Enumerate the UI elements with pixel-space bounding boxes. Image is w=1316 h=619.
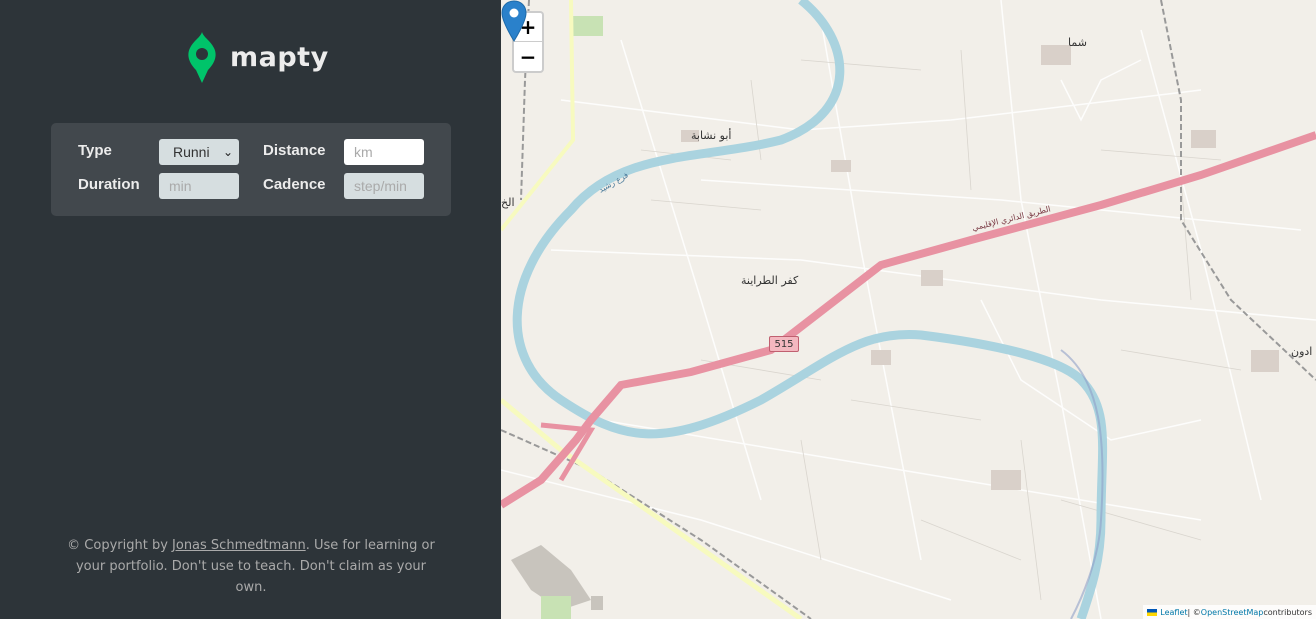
ukraine-flag-icon xyxy=(1147,608,1158,616)
sidebar: mapty Type Runni ⌄ Distance km Duration … xyxy=(0,0,501,619)
map-tiles xyxy=(501,0,1316,619)
distance-label: Distance xyxy=(263,142,326,159)
cadence-label: Cadence xyxy=(263,176,326,193)
map-pin-icon xyxy=(188,32,216,83)
attribution-contributors: contributors xyxy=(1263,607,1312,617)
type-label: Type xyxy=(78,142,112,159)
map-marker-icon[interactable] xyxy=(501,0,527,42)
chevron-down-icon: ⌄ xyxy=(222,145,233,159)
brand-name: mapty xyxy=(230,41,329,73)
duration-label: Duration xyxy=(78,176,140,193)
distance-input[interactable]: km xyxy=(344,139,424,165)
copyright-prefix: © Copyright by xyxy=(67,538,173,553)
map-label-village: أبو نشابة xyxy=(691,129,732,142)
form-row: Type Runni ⌄ Distance km xyxy=(51,139,451,165)
app: mapty Type Runni ⌄ Distance km Duration … xyxy=(0,0,1316,619)
attribution-separator: | © xyxy=(1187,607,1201,617)
logo: mapty xyxy=(186,30,329,84)
duration-input[interactable]: min xyxy=(159,173,239,199)
author-link[interactable]: Jonas Schmedtmann xyxy=(172,538,306,553)
map-label-edge: الخ xyxy=(501,196,515,209)
workout-form: Type Runni ⌄ Distance km Duration min Ca… xyxy=(51,123,451,216)
distance-placeholder: km xyxy=(354,144,373,160)
map-label-edge: ادون xyxy=(1291,345,1313,358)
cadence-input[interactable]: step/min xyxy=(344,173,424,199)
zoom-out-button[interactable]: − xyxy=(514,42,542,71)
leaflet-link[interactable]: Leaflet xyxy=(1160,608,1187,617)
copyright: © Copyright by Jonas Schmedtmann. Use fo… xyxy=(60,535,442,598)
cadence-placeholder: step/min xyxy=(354,178,407,194)
type-select-value: Runni xyxy=(173,144,210,160)
map[interactable]: أبو نشابة شما كفر الطراينة الخ ادون الطر… xyxy=(501,0,1316,619)
road-number-badge: 515 xyxy=(769,336,799,352)
osm-link[interactable]: OpenStreetMap xyxy=(1201,608,1264,617)
map-label-village: كفر الطراينة xyxy=(741,274,799,287)
map-attribution: Leaflet | © OpenStreetMap contributors xyxy=(1143,605,1316,619)
duration-placeholder: min xyxy=(169,178,192,194)
form-row: Duration min Cadence step/min xyxy=(51,173,451,199)
type-select[interactable]: Runni ⌄ xyxy=(159,139,239,165)
map-label-village: شما xyxy=(1068,36,1087,49)
